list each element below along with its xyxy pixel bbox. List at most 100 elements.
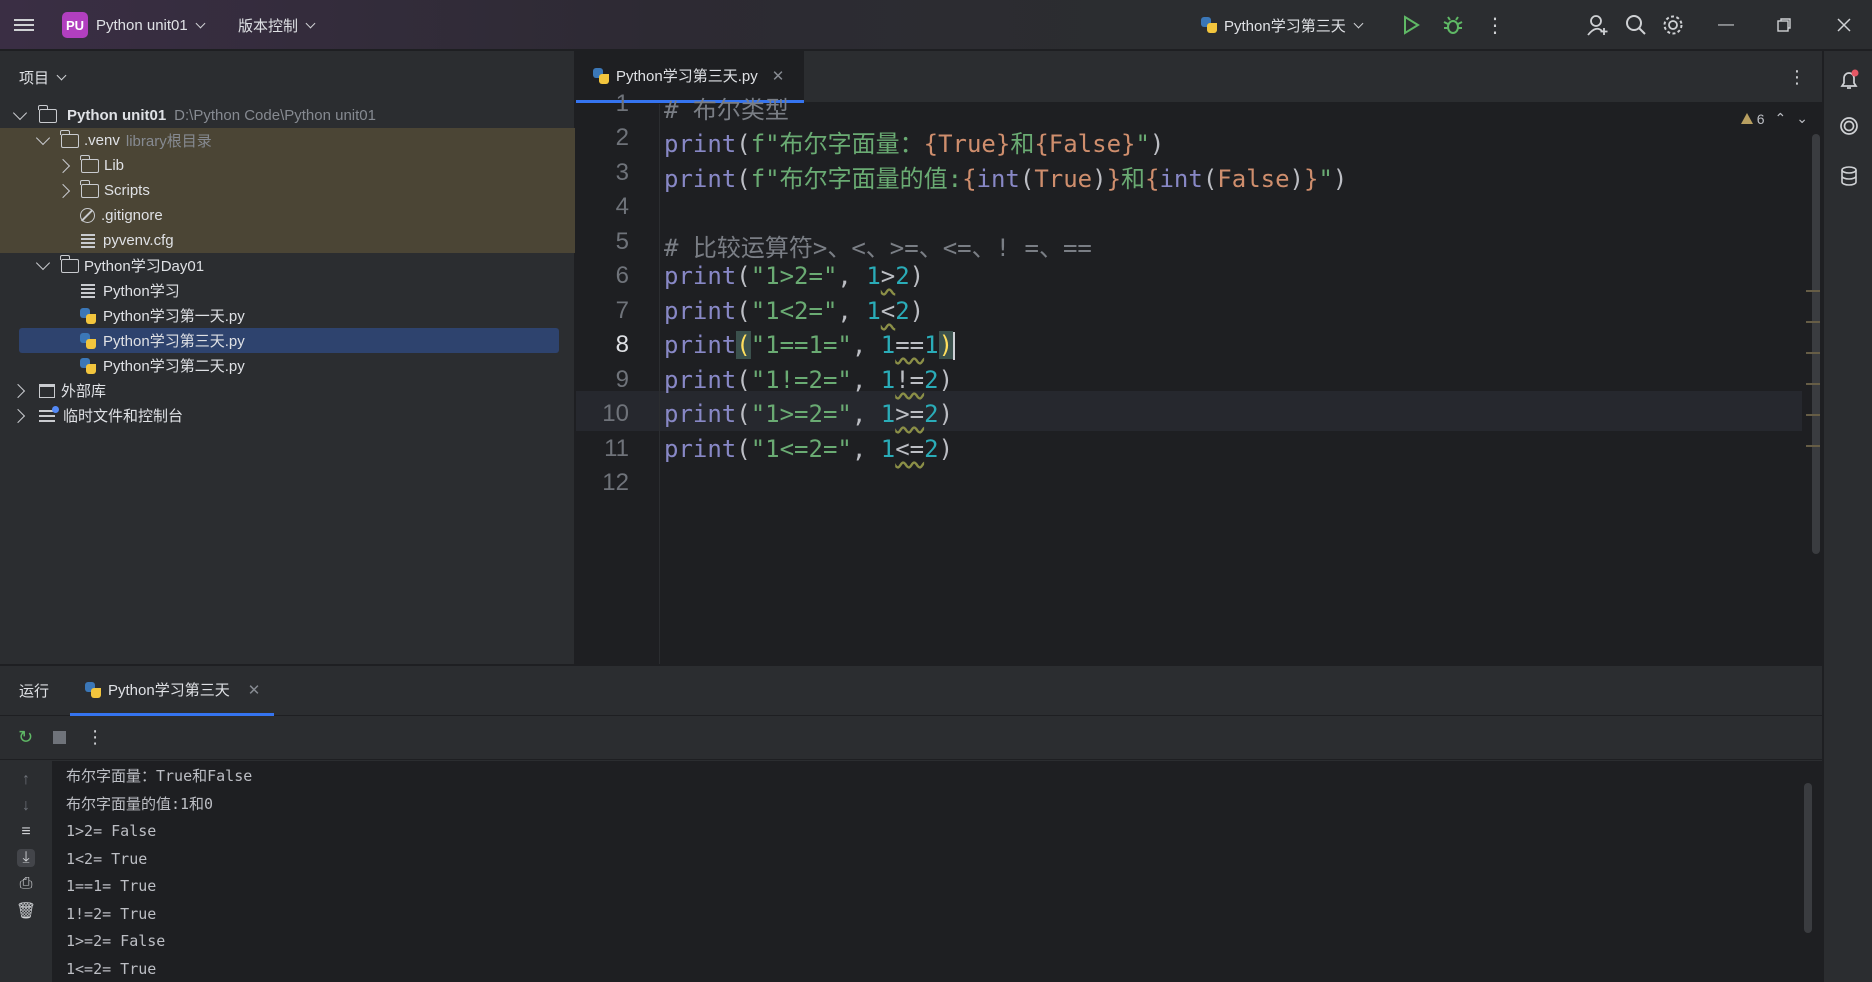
- database-icon[interactable]: [1834, 161, 1864, 191]
- tree-item-external-libs[interactable]: 外部库: [0, 378, 575, 403]
- tab-options-icon[interactable]: ⋮: [1782, 62, 1812, 92]
- code-line-5: # 比较运算符>、<、>=、<=、! =、==: [664, 234, 1092, 262]
- tree-item-python-study[interactable]: Python学习: [0, 278, 575, 303]
- line-number: 2: [615, 124, 629, 151]
- inspection-widget[interactable]: 6 ⌃ ⌄: [1740, 110, 1808, 127]
- tree-label: Python学习第二天.py: [103, 358, 245, 375]
- vcs-menu[interactable]: 版本控制: [238, 0, 316, 50]
- project-path: D:\Python Code\Python unit01: [174, 107, 376, 124]
- ignored-file-icon: [80, 208, 95, 223]
- minimize-button[interactable]: —: [1711, 10, 1741, 40]
- ai-assistant-icon[interactable]: [1834, 111, 1864, 141]
- close-window-button[interactable]: [1829, 10, 1859, 40]
- console-scrollbar[interactable]: [1804, 783, 1812, 933]
- run-panel-title: 运行: [19, 683, 50, 700]
- tree-label: Python学习: [103, 283, 180, 300]
- console-output[interactable]: 布尔字面量：True和False 布尔字面量的值:1和0 1>2= False …: [52, 761, 1822, 982]
- code-editor[interactable]: 1 2 3 4 5 6 7 8 9 10 11 12 # 布尔类型 print(…: [576, 90, 1822, 664]
- scroll-to-end-icon[interactable]: ⤓: [17, 849, 35, 867]
- run-button[interactable]: [1396, 10, 1426, 40]
- python-icon: [84, 681, 102, 699]
- title-bar: PU Python unit01 版本控制 Python学习第三天 ⋮ —: [0, 0, 1872, 50]
- close-tab-icon[interactable]: ✕: [772, 67, 785, 85]
- tree-label: Lib: [104, 157, 125, 174]
- vcs-label: 版本控制: [238, 17, 299, 35]
- restore-button[interactable]: [1769, 10, 1799, 40]
- tree-label: Scripts: [104, 182, 150, 199]
- tree-item-day1-py[interactable]: Python学习第一天.py: [0, 303, 575, 328]
- folder-icon: [80, 154, 99, 173]
- run-tool-window: 运行 Python学习第三天 ✕ ↻ ⋮ ↑ ↓ ≡ ⤓ ⎙ 🗑 布尔字面量：T…: [0, 665, 1822, 982]
- project-switcher[interactable]: PU Python unit01: [62, 0, 206, 50]
- scroll-down-icon[interactable]: ↓: [22, 797, 30, 815]
- python-file-icon: [592, 67, 610, 85]
- run-config-selector[interactable]: Python学习第三天: [1200, 0, 1364, 50]
- project-panel-title: 项目: [19, 69, 50, 87]
- collapse-arrow-icon: [55, 158, 71, 173]
- expand-arrow-icon: [35, 255, 51, 271]
- rerun-icon[interactable]: ↻: [18, 727, 33, 748]
- python-icon: [1200, 16, 1218, 34]
- tree-label: .venv: [84, 132, 120, 149]
- project-panel-header[interactable]: 项目: [0, 51, 574, 103]
- soft-wrap-icon[interactable]: ≡: [21, 823, 30, 841]
- collapse-arrow-icon: [10, 408, 26, 423]
- tree-item-day01-folder[interactable]: Python学习Day01: [0, 253, 575, 278]
- tree-item-gitignore[interactable]: .gitignore: [0, 203, 575, 228]
- tree-label: 外部库: [61, 383, 107, 400]
- previous-highlight-icon[interactable]: ⌃: [1775, 110, 1787, 127]
- text-file-icon: [81, 283, 95, 298]
- stop-icon[interactable]: [53, 731, 67, 744]
- line-number: 5: [615, 228, 629, 255]
- line-number-current: 8: [615, 331, 629, 358]
- tree-item-day3-py[interactable]: Python学习第三天.py: [19, 328, 559, 353]
- bug-icon: [1443, 16, 1463, 34]
- scratches-icon: [39, 405, 59, 422]
- console-line: 1<=2= True: [66, 959, 157, 978]
- tree-item-lib[interactable]: Lib: [0, 153, 575, 178]
- add-user-icon[interactable]: [1583, 10, 1613, 40]
- line-number: 9: [615, 366, 629, 393]
- tree-item-project-root[interactable]: Python unit01 D:\Python Code\Python unit…: [0, 103, 575, 128]
- search-icon[interactable]: [1621, 10, 1651, 40]
- main-menu-icon[interactable]: [14, 0, 40, 50]
- console-line: 1!=2= True: [66, 904, 157, 923]
- tree-item-venv[interactable]: .venv library根目录: [0, 128, 575, 153]
- tree-label: pyvenv.cfg: [103, 232, 174, 249]
- trash-icon[interactable]: 🗑: [16, 901, 36, 921]
- config-file-icon: [81, 233, 95, 248]
- scroll-up-icon[interactable]: ↑: [22, 771, 30, 789]
- folder-icon: [60, 254, 79, 273]
- gear-icon[interactable]: [1658, 10, 1688, 40]
- console-line: 布尔字面量：True和False: [66, 767, 253, 785]
- tree-item-scratches[interactable]: 临时文件和控制台: [0, 403, 575, 428]
- run-header: 运行 Python学习第三天 ✕: [0, 666, 1822, 716]
- code-line-7: print("1<2=", 1<2): [664, 297, 925, 325]
- warning-icon: [1740, 113, 1753, 124]
- tree-item-pyvenv-cfg[interactable]: pyvenv.cfg: [0, 228, 575, 253]
- code-line-1: # 布尔类型: [664, 96, 789, 124]
- close-tab-icon[interactable]: ✕: [248, 681, 261, 699]
- more-options-icon[interactable]: ⋮: [86, 727, 104, 748]
- project-name: Python unit01: [96, 16, 188, 34]
- line-number: 10: [602, 400, 629, 427]
- editor-tab-label: Python学习第三天.py: [616, 68, 758, 85]
- more-actions-icon[interactable]: ⋮: [1480, 10, 1510, 40]
- warning-count: 6: [1756, 110, 1765, 127]
- code-line-3: print(f"布尔字面量的值:{int(True)}和{int(False)}…: [664, 165, 1348, 193]
- print-icon[interactable]: ⎙: [20, 875, 33, 893]
- next-highlight-icon[interactable]: ⌄: [1796, 110, 1808, 127]
- debug-button[interactable]: [1438, 10, 1468, 40]
- python-file-icon: [79, 332, 97, 350]
- notifications-bell-icon[interactable]: [1834, 65, 1864, 95]
- console-line: 1==1= True: [66, 877, 157, 895]
- code-line-9: print("1!=2=", 1!=2): [664, 366, 954, 394]
- tree-item-day2-py[interactable]: Python学习第二天.py: [0, 353, 575, 378]
- editor-scrollbar[interactable]: [1812, 134, 1820, 554]
- run-tab[interactable]: Python学习第三天 ✕: [70, 666, 274, 716]
- python-file-icon: [79, 357, 97, 375]
- tree-item-scripts[interactable]: Scripts: [0, 178, 575, 203]
- code-line-11: print("1<=2=", 1<=2): [664, 435, 954, 463]
- line-number: 11: [604, 435, 629, 462]
- tree-label: Python unit01: [67, 107, 167, 124]
